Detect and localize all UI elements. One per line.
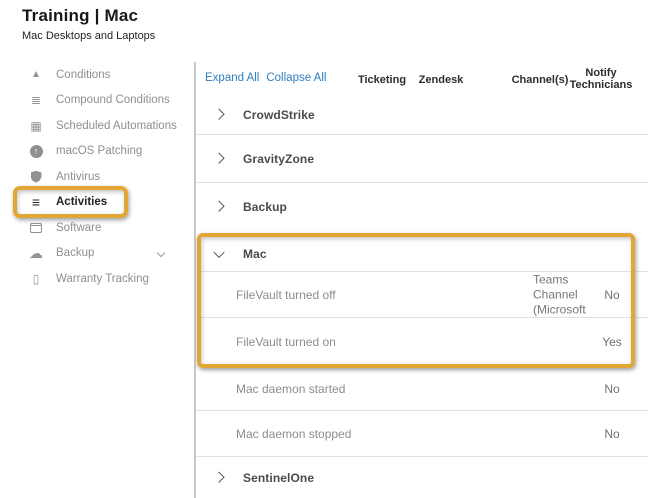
group-label: GravityZone — [243, 152, 314, 166]
chevron-right-icon[interactable] — [213, 201, 224, 212]
sidebar-item-warranty-tracking[interactable]: ▯ Warranty Tracking — [0, 266, 195, 292]
activity-row-daemon-started[interactable]: Mac daemon started No — [196, 368, 648, 411]
sidebar-item-conditions[interactable]: ▲ Conditions — [0, 62, 195, 88]
notify-value: No — [588, 288, 636, 302]
sidebar-item-label: Backup — [56, 247, 94, 259]
chevron-right-icon[interactable] — [213, 471, 224, 482]
sidebar-item-label: macOS Patching — [56, 145, 142, 157]
group-row-gravityzone[interactable]: GravityZone — [196, 136, 648, 183]
list-icon: ≡ — [28, 194, 44, 210]
page-header: Training | Mac Mac Desktops and Laptops — [22, 6, 155, 42]
activity-label: Mac daemon started — [236, 382, 345, 396]
channel-value: Teams Channel (Microsoft — [533, 272, 593, 317]
column-header-zendesk: Zendesk — [411, 74, 471, 86]
app-window-icon — [28, 223, 44, 233]
sidebar-item-scheduled-automations[interactable]: ▦ Scheduled Automations — [0, 113, 195, 139]
group-row-sentinelone[interactable]: SentinelOne — [196, 457, 648, 498]
sidebar-item-label: Antivirus — [56, 171, 100, 183]
sidebar-item-macos-patching[interactable]: ↑ macOS Patching — [0, 139, 195, 165]
app-screen: Training | Mac Mac Desktops and Laptops … — [0, 0, 648, 498]
sidebar-item-label: Software — [56, 222, 101, 234]
group-label: Backup — [243, 200, 287, 214]
calendar-icon: ▦ — [28, 119, 44, 133]
sidebar-item-label: Conditions — [56, 69, 110, 81]
group-label: CrowdStrike — [243, 108, 315, 122]
sidebar-item-label: Scheduled Automations — [56, 120, 177, 132]
activity-row-filevault-off[interactable]: FileVault turned off Teams Channel (Micr… — [196, 272, 648, 318]
sidebar-item-label: Warranty Tracking — [56, 273, 149, 285]
document-icon: ▯ — [28, 272, 44, 286]
sidebar-item-backup[interactable]: ☁ Backup — [0, 241, 195, 267]
compound-list-icon: ≣ — [28, 93, 44, 107]
activities-panel: Expand All Collapse All Ticketing Zendes… — [196, 0, 648, 498]
sidebar-item-label: Compound Conditions — [56, 94, 170, 106]
sidebar-item-activities[interactable]: ≡ Activities — [0, 190, 195, 216]
chevron-right-icon[interactable] — [213, 153, 224, 164]
notify-value: Yes — [588, 335, 636, 349]
chevron-right-icon[interactable] — [213, 108, 224, 119]
sidebar-item-software[interactable]: Software — [0, 215, 195, 241]
activity-row-filevault-on[interactable]: FileVault turned on Yes — [196, 318, 648, 365]
activity-label: FileVault turned on — [236, 335, 336, 349]
sidebar-item-antivirus[interactable]: Antivirus — [0, 164, 195, 190]
group-row-mac[interactable]: Mac — [196, 236, 648, 272]
activity-label: Mac daemon stopped — [236, 427, 351, 441]
chevron-down-icon[interactable] — [213, 246, 224, 257]
column-header-ticketing: Ticketing — [352, 74, 412, 86]
page-subtitle: Mac Desktops and Laptops — [22, 30, 155, 42]
notify-value: No — [588, 427, 636, 441]
expand-all-link[interactable]: Expand All — [205, 72, 259, 84]
group-row-backup[interactable]: Backup — [196, 184, 648, 230]
group-row-crowdstrike[interactable]: CrowdStrike — [196, 95, 648, 135]
activity-row-daemon-stopped[interactable]: Mac daemon stopped No — [196, 411, 648, 457]
column-header-notify-technicians: Notify Technicians — [568, 67, 634, 91]
chevron-down-icon[interactable] — [157, 249, 165, 257]
arrow-up-circle-icon: ↑ — [28, 145, 44, 158]
sidebar-item-label: Activities — [56, 196, 107, 208]
sidebar-item-compound-conditions[interactable]: ≣ Compound Conditions — [0, 88, 195, 114]
notify-value: No — [588, 382, 636, 396]
activity-label: FileVault turned off — [236, 288, 336, 302]
warning-triangle-icon: ▲ — [28, 69, 44, 80]
group-label: Mac — [243, 247, 267, 261]
expand-collapse-toolbar: Expand All Collapse All — [205, 72, 326, 84]
column-header-channels: Channel(s) — [510, 74, 570, 86]
group-label: SentinelOne — [243, 471, 314, 485]
sidebar: ▲ Conditions ≣ Compound Conditions ▦ Sch… — [0, 62, 195, 292]
cloud-icon: ☁ — [28, 245, 44, 262]
shield-icon — [28, 171, 44, 183]
page-title: Training | Mac — [22, 6, 155, 26]
collapse-all-link[interactable]: Collapse All — [266, 72, 326, 84]
